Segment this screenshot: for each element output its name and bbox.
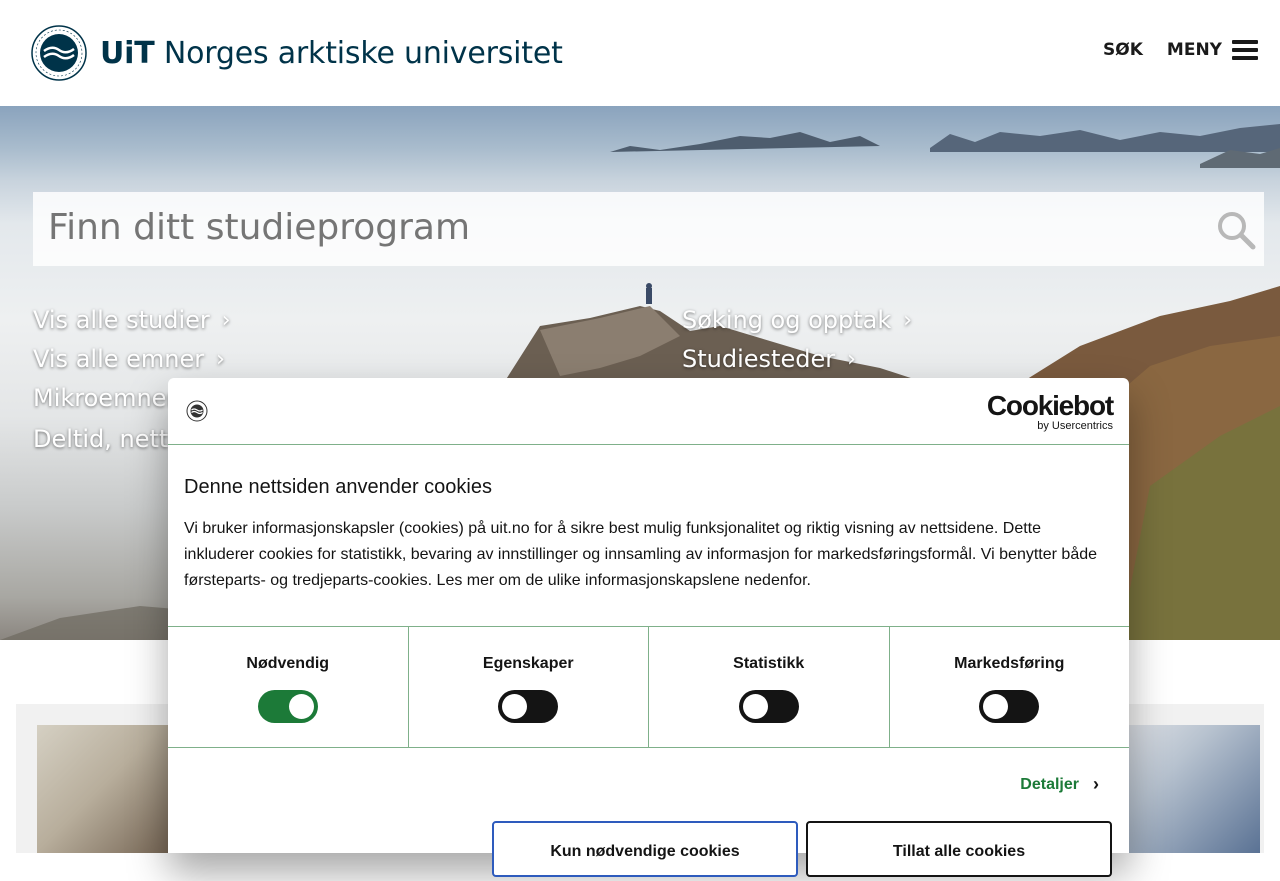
category-preferences: Egenskaper bbox=[409, 627, 649, 747]
category-preferences-label: Egenskaper bbox=[482, 655, 574, 672]
link-part-time-label: Deltid, nett- bbox=[33, 425, 177, 453]
cookiebot-by: by Usercentrics bbox=[1037, 420, 1113, 432]
details-label: Detaljer bbox=[1020, 775, 1079, 793]
toggle-preferences[interactable] bbox=[498, 690, 559, 723]
site-header: UiT Norges arktiske universitet SØK MENY bbox=[0, 0, 1280, 106]
link-all-courses-label: Vis alle emner bbox=[33, 345, 205, 373]
study-search-input[interactable] bbox=[46, 206, 1190, 249]
toggle-marketing[interactable] bbox=[979, 690, 1040, 723]
link-all-studies[interactable]: Vis alle studier › bbox=[33, 306, 231, 334]
necessary-only-button[interactable]: Kun nødvendige cookies bbox=[492, 821, 798, 877]
link-micro-courses-label: Mikroemner bbox=[33, 384, 177, 412]
uit-logo[interactable]: UiT Norges arktiske universitet bbox=[30, 24, 563, 82]
chevron-right-icon: › bbox=[1093, 774, 1099, 794]
chevron-right-icon: › bbox=[221, 307, 231, 333]
menu-button[interactable]: MENY bbox=[1167, 40, 1258, 60]
uit-seal-small-icon bbox=[186, 400, 208, 422]
toggle-knob bbox=[502, 694, 528, 719]
toggle-necessary[interactable] bbox=[257, 690, 318, 723]
link-micro-courses[interactable]: Mikroemner bbox=[33, 384, 176, 412]
category-marketing-label: Markedsføring bbox=[954, 655, 1065, 672]
search-nav-button[interactable]: SØK bbox=[1103, 40, 1143, 60]
search-icon[interactable] bbox=[1216, 210, 1256, 250]
header-nav: SØK MENY bbox=[1103, 40, 1258, 60]
allow-all-button[interactable]: Tillat alle cookies bbox=[806, 821, 1112, 877]
cookie-dialog-title: Denne nettsiden anvender cookies bbox=[184, 476, 492, 498]
logo-text: UiT Norges arktiske universitet bbox=[100, 36, 563, 71]
link-study-locations-label: Studiesteder bbox=[682, 345, 836, 373]
category-marketing: Markedsføring bbox=[890, 627, 1130, 747]
category-statistics: Statistikk bbox=[649, 627, 890, 747]
cookie-dialog-header: Cookiebot by Usercentrics bbox=[168, 378, 1129, 445]
cookie-categories: Nødvendig Egenskaper Statistikk Markedsf… bbox=[168, 626, 1129, 748]
toggle-statistics[interactable] bbox=[738, 690, 799, 723]
cookiebot-name: Cookiebot bbox=[986, 390, 1114, 421]
category-statistics-label: Statistikk bbox=[733, 655, 805, 672]
menu-label: MENY bbox=[1166, 40, 1222, 60]
details-link[interactable]: Detaljer › bbox=[1020, 774, 1099, 795]
logo-text-rest: Norges arktiske universitet bbox=[154, 35, 563, 71]
study-search-box bbox=[33, 192, 1264, 266]
toggle-knob bbox=[742, 694, 768, 719]
hamburger-icon bbox=[1232, 40, 1258, 60]
link-all-studies-label: Vis alle studier bbox=[33, 306, 210, 334]
link-part-time[interactable]: Deltid, nett- bbox=[33, 425, 177, 453]
link-application-admission-label: Søking og opptak bbox=[682, 306, 892, 334]
toggle-knob bbox=[983, 694, 1009, 719]
link-study-locations[interactable]: Studiesteder › bbox=[682, 345, 856, 373]
cookie-consent-dialog: Cookiebot by Usercentrics Denne nettside… bbox=[168, 378, 1129, 877]
chevron-right-icon: › bbox=[903, 307, 913, 333]
chevron-right-icon: › bbox=[216, 346, 225, 372]
uit-seal-icon bbox=[31, 25, 87, 81]
link-all-courses[interactable]: Vis alle emner › bbox=[33, 345, 225, 373]
category-necessary: Nødvendig bbox=[168, 627, 409, 747]
chevron-right-icon: › bbox=[847, 346, 856, 372]
cookiebot-logo[interactable]: Cookiebot by Usercentrics bbox=[986, 390, 1114, 433]
category-necessary-label: Nødvendig bbox=[246, 655, 330, 672]
logo-text-bold: UiT bbox=[100, 35, 155, 71]
card-image-left[interactable] bbox=[37, 725, 187, 853]
cookie-dialog-body: Vi bruker informasjonskapsler (cookies) … bbox=[184, 520, 1098, 589]
link-application-admission[interactable]: Søking og opptak › bbox=[682, 306, 912, 334]
toggle-knob bbox=[288, 694, 314, 719]
